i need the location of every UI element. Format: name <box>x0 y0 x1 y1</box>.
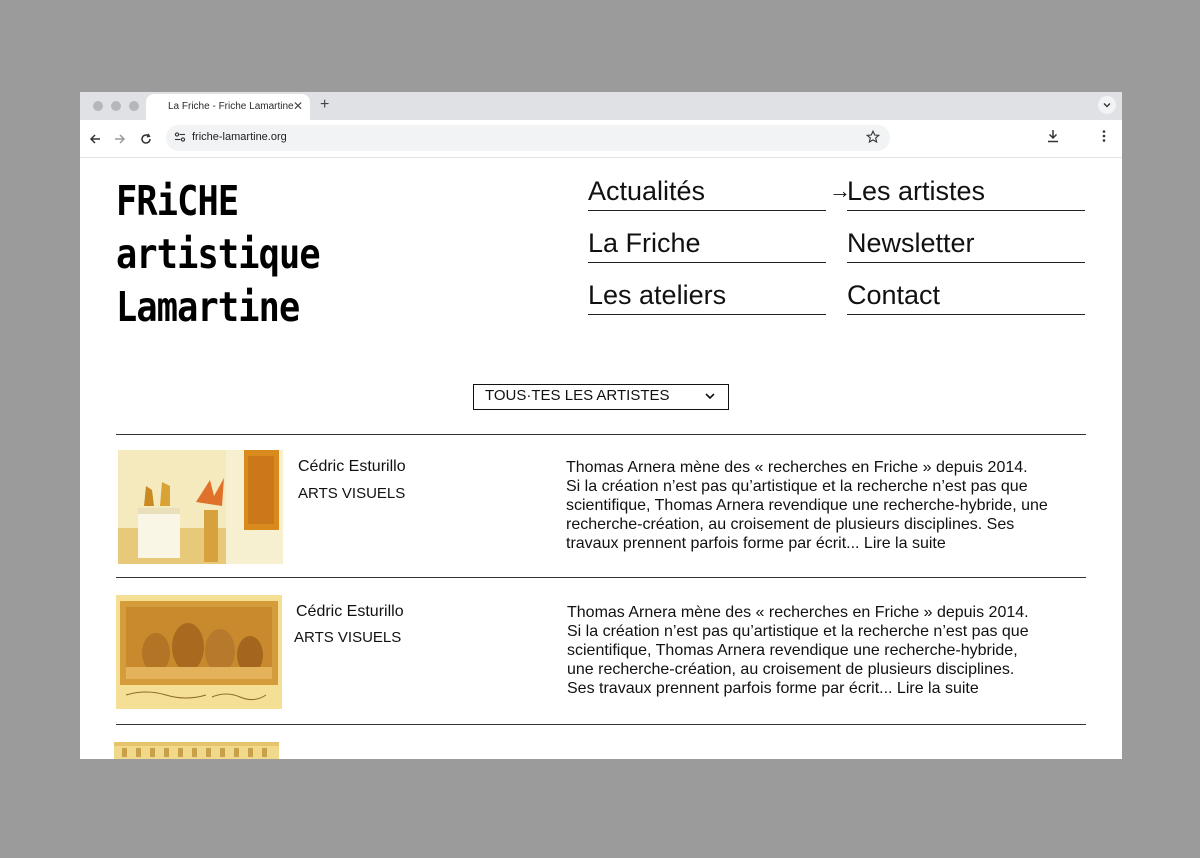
close-window-button[interactable] <box>93 101 103 111</box>
artist-category: ARTS VISUELS <box>294 629 402 646</box>
more-menu-icon[interactable] <box>1100 129 1108 143</box>
nav-newsletter[interactable]: Newsletter <box>847 225 1085 263</box>
bio-line: scientifique, Thomas Arnera revendique u… <box>567 642 1018 659</box>
logo-line-1: FRiCHE <box>116 177 239 225</box>
reload-button[interactable] <box>136 129 156 149</box>
artwork-photo <box>118 450 283 564</box>
minimize-window-button[interactable] <box>111 101 121 111</box>
nav-actualites[interactable]: Actualités <box>588 173 826 211</box>
logo-line-2: artistique <box>116 230 321 278</box>
tab-strip: La Friche - Friche Lamartine ✕ + <box>80 92 1122 120</box>
artist-name[interactable]: Cédric Esturillo <box>298 458 406 476</box>
url-text: friche-lamartine.org <box>192 131 287 143</box>
chevron-down-icon <box>705 393 715 400</box>
maximize-window-button[interactable] <box>129 101 139 111</box>
artist-thumbnail[interactable] <box>116 595 282 709</box>
artwork-photo <box>116 595 282 709</box>
new-tab-button[interactable]: + <box>320 95 329 115</box>
bio-line: Si la création n’est pas qu’artistique e… <box>566 478 1028 495</box>
nav-la-friche[interactable]: La Friche <box>588 225 826 263</box>
artist-thumbnail[interactable] <box>118 450 283 564</box>
nav-les-artistes-label: Les artistes <box>847 176 986 206</box>
bio-line: Thomas Arnera mène des « recherches en F… <box>567 604 1029 621</box>
artist-thumbnail[interactable] <box>114 742 279 759</box>
logo-line-3: Lamartine <box>116 283 300 331</box>
nav-les-ateliers[interactable]: Les ateliers <box>588 277 826 315</box>
artist-row[interactable]: Cédric Esturillo ARTS VISUELS Thomas Arn… <box>116 593 1086 711</box>
back-arrow-icon <box>89 134 100 144</box>
forward-button[interactable] <box>110 129 130 149</box>
browser-toolbar: friche-lamartine.org <box>80 120 1122 158</box>
tab-title: La Friche - Friche Lamartine <box>168 101 294 112</box>
back-button[interactable] <box>85 129 105 149</box>
bio-line: scientifique, Thomas Arnera revendique u… <box>566 497 1048 514</box>
close-tab-icon[interactable]: ✕ <box>293 99 303 113</box>
site-logo[interactable]: FRiCHE artistique Lamartine <box>116 175 321 334</box>
chevron-down-icon <box>1103 103 1111 108</box>
forward-arrow-icon <box>115 134 126 144</box>
bio-line: Thomas Arnera mène des « recherches en F… <box>566 459 1028 476</box>
artist-bio: Thomas Arnera mène des « recherches en F… <box>567 603 1029 698</box>
active-arrow-icon: → <box>829 178 851 203</box>
browser-window: La Friche - Friche Lamartine ✕ + friche-… <box>80 92 1122 759</box>
artist-name[interactable]: Cédric Esturillo <box>296 603 404 621</box>
artwork-photo <box>114 742 279 759</box>
bio-line: une recherche-création, au croisement de… <box>567 661 1015 678</box>
divider <box>116 434 1086 436</box>
bio-line[interactable]: travaux prennent parfois forme par écrit… <box>566 534 1048 553</box>
artist-bio: Thomas Arnera mène des « recherches en F… <box>566 458 1048 553</box>
download-icon[interactable] <box>1046 129 1060 143</box>
address-bar[interactable]: friche-lamartine.org <box>166 125 890 151</box>
reload-icon <box>141 133 151 144</box>
bio-line: recherche-création, au croisement de plu… <box>566 516 1015 533</box>
artist-filter-select[interactable]: TOUS·TES LES ARTISTES <box>473 384 729 410</box>
bio-line: Si la création n’est pas qu’artistique e… <box>567 623 1029 640</box>
nav-contact[interactable]: Contact <box>847 277 1085 315</box>
artist-row[interactable]: Cédric Esturillo ARTS VISUELS Thomas Arn… <box>116 449 1086 565</box>
filter-selected-value: TOUS·TES LES ARTISTES <box>485 387 670 404</box>
bookmark-star-icon[interactable] <box>866 130 880 144</box>
tab-search-button[interactable] <box>1098 96 1116 114</box>
divider <box>116 724 1086 726</box>
nav-les-artistes[interactable]: → Les artistes <box>829 173 1085 211</box>
browser-tab[interactable]: La Friche - Friche Lamartine ✕ <box>146 94 310 120</box>
artist-category: ARTS VISUELS <box>298 485 406 502</box>
bio-line[interactable]: Ses travaux prennent parfois forme par é… <box>567 679 1029 698</box>
window-controls <box>93 101 139 111</box>
site-settings-icon[interactable] <box>174 131 186 143</box>
divider <box>116 577 1086 579</box>
web-page: FRiCHE artistique Lamartine Actualités →… <box>80 159 1122 759</box>
